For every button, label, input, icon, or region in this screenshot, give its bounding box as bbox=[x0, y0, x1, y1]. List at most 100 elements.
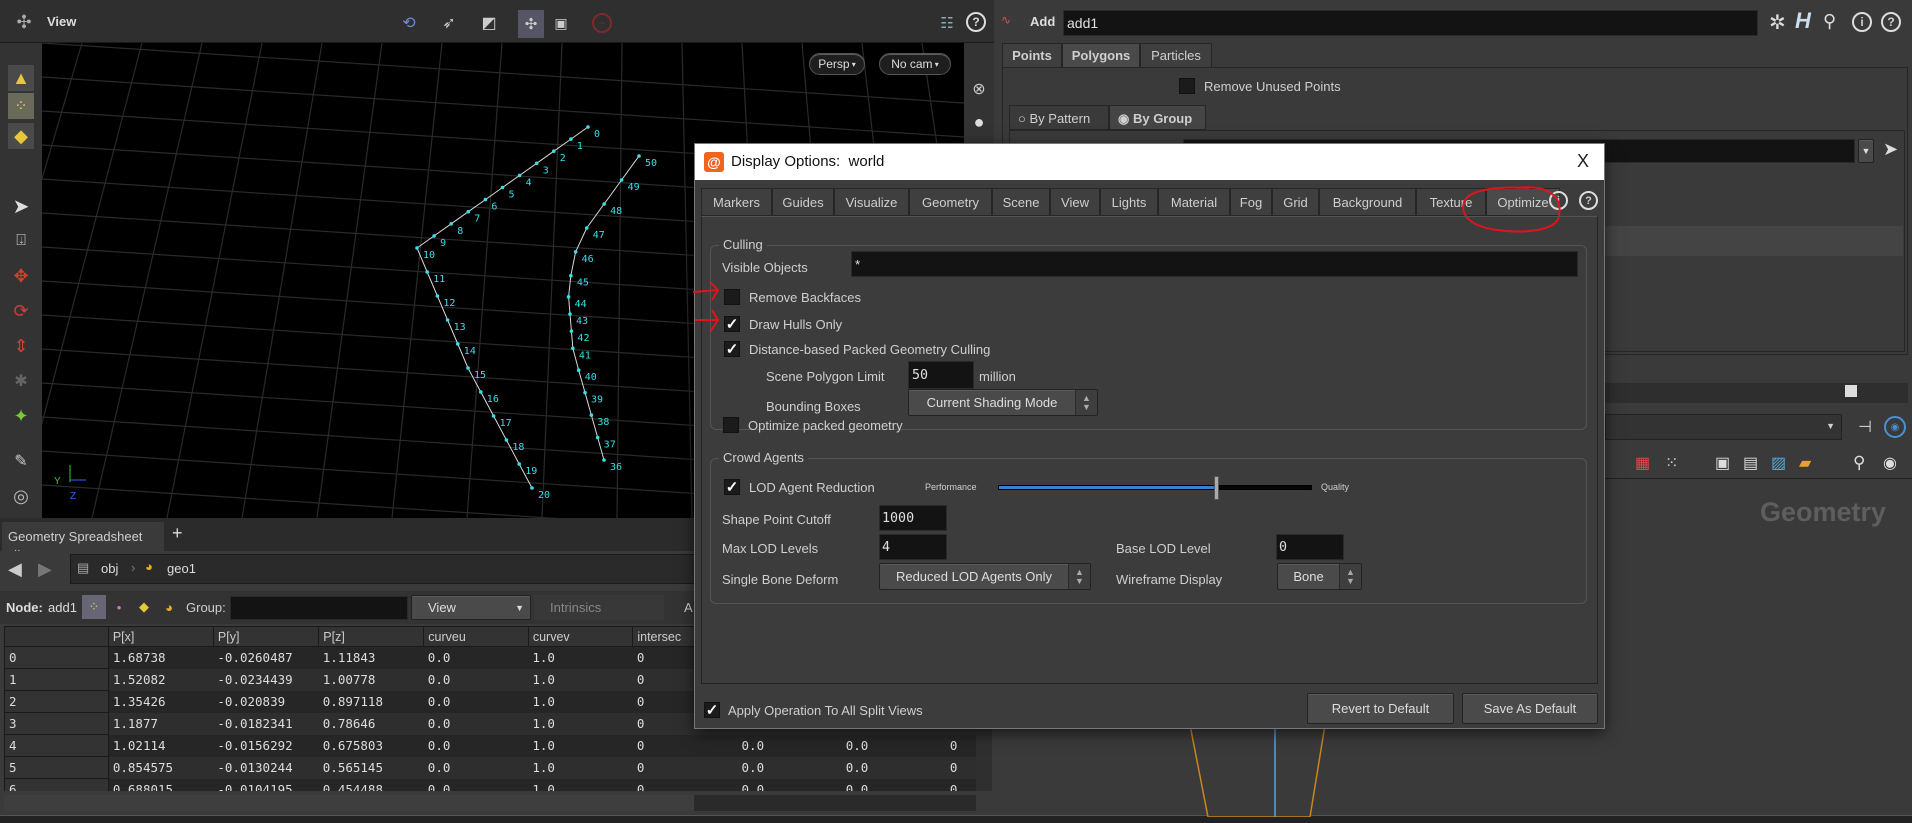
move-tool-icon[interactable]: ✥ bbox=[8, 263, 34, 289]
bounding-boxes-dropdown[interactable]: Current Shading Mode ▲ ▼ bbox=[908, 389, 1098, 416]
forward-arrow-icon[interactable]: ▶ bbox=[38, 559, 52, 580]
image-icon[interactable]: ▨ bbox=[1771, 453, 1786, 473]
rotate-tool-icon[interactable]: ⟳ bbox=[8, 298, 34, 324]
tab-geometry-spreadsheet[interactable]: Geometry Spreadsheet × bbox=[2, 522, 164, 559]
tumble-tool-icon[interactable]: ⟲ bbox=[398, 12, 420, 34]
view-pane-icon[interactable]: ✣ bbox=[12, 10, 36, 34]
search-icon[interactable]: ⚲ bbox=[1823, 11, 1836, 32]
base-lod-input[interactable] bbox=[1276, 534, 1344, 560]
tab-polygons[interactable]: Polygons bbox=[1062, 43, 1140, 68]
column-header[interactable] bbox=[4, 626, 109, 647]
add-tab-icon[interactable]: + bbox=[172, 523, 183, 544]
distance-culling-checkbox[interactable]: ✓ bbox=[724, 341, 740, 357]
network-path-dropdown[interactable]: ▼ bbox=[1605, 414, 1842, 440]
tab-lights[interactable]: Lights bbox=[1100, 188, 1158, 216]
back-arrow-icon[interactable]: ◀ bbox=[8, 559, 22, 580]
subtab-by-pattern[interactable]: ○ By Pattern bbox=[1009, 105, 1109, 130]
primitives-class-icon[interactable]: ◆ bbox=[132, 595, 156, 619]
revert-to-default-button[interactable]: Revert to Default bbox=[1307, 693, 1454, 724]
points-mode-icon[interactable]: ⁘ bbox=[8, 93, 34, 119]
display-sphere-icon[interactable]: ● bbox=[968, 111, 990, 133]
subnet-box-icon[interactable]: ▰ bbox=[1799, 453, 1811, 473]
display-options-icon[interactable]: ☷ bbox=[936, 12, 958, 34]
help-icon[interactable]: ? bbox=[1881, 12, 1901, 32]
max-lod-input[interactable] bbox=[879, 534, 947, 560]
detail-class-icon[interactable]: ◕ bbox=[157, 595, 181, 619]
table-row[interactable]: 6 0.688015 -0.0104195 0.454488 0.0 1.0 0 0.0 0.0… bbox=[4, 778, 976, 791]
tab-points[interactable]: Points bbox=[1002, 43, 1062, 68]
houdini-h-icon[interactable]: H bbox=[1795, 8, 1811, 34]
select-arrow-icon[interactable]: ➤ bbox=[8, 193, 34, 219]
slider-handle[interactable] bbox=[1214, 476, 1220, 500]
column-header[interactable]: P[y] bbox=[212, 626, 320, 647]
shape-cutoff-input[interactable] bbox=[879, 505, 947, 531]
column-header[interactable]: P[z] bbox=[318, 626, 425, 647]
grid-layout-icon[interactable]: ⁙ bbox=[1665, 453, 1678, 473]
timeline[interactable] bbox=[0, 815, 1912, 823]
optimize-packed-checkbox[interactable] bbox=[723, 417, 739, 433]
tab-material[interactable]: Material bbox=[1158, 188, 1230, 216]
tab-markers[interactable]: Markers bbox=[701, 188, 772, 216]
view-display-icon[interactable]: ▣ bbox=[550, 12, 572, 34]
camera-reel-icon[interactable]: ◎ bbox=[8, 483, 34, 509]
link-target-icon[interactable]: ◉ bbox=[1884, 416, 1906, 438]
vertices-class-icon[interactable]: • bbox=[107, 595, 131, 619]
lod-reduction-checkbox[interactable]: ✓ bbox=[724, 479, 740, 495]
save-as-default-button[interactable]: Save As Default bbox=[1462, 693, 1598, 724]
info-icon[interactable]: i bbox=[1852, 12, 1872, 32]
pose-tool-icon[interactable]: ✱ bbox=[8, 368, 34, 394]
stop-icon[interactable]: − bbox=[592, 13, 612, 33]
network-box-icon[interactable]: ▣ bbox=[1715, 453, 1730, 473]
remove-unused-points-checkbox[interactable] bbox=[1179, 78, 1195, 94]
camera-tool-icon[interactable]: ◩ bbox=[478, 12, 500, 34]
lights-icon[interactable]: ⊗ bbox=[968, 78, 990, 100]
scale-tool-icon[interactable]: ⇕ bbox=[8, 333, 34, 359]
intrinsics-dropdown[interactable]: Intrinsics bbox=[534, 595, 664, 620]
object-mode-icon[interactable]: ▲ bbox=[8, 65, 34, 91]
tab-grid[interactable]: Grid bbox=[1272, 188, 1319, 216]
column-header[interactable]: P[x] bbox=[107, 626, 214, 647]
breadcrumb-obj[interactable]: obj bbox=[101, 561, 118, 576]
search-icon[interactable]: ⚲ bbox=[1853, 453, 1865, 473]
color-palette-icon[interactable]: ▦ bbox=[1635, 453, 1650, 473]
ghost-toggle-icon[interactable]: ✣ bbox=[518, 10, 544, 38]
transform-tool-icon[interactable]: ✦ bbox=[8, 403, 34, 429]
tab-guides[interactable]: Guides bbox=[772, 188, 834, 216]
tab-particles[interactable]: Particles bbox=[1140, 43, 1212, 68]
horizontal-scrollbar[interactable] bbox=[4, 795, 976, 811]
group-dropdown-arrow[interactable]: ▼ bbox=[1858, 139, 1874, 163]
visible-objects-input[interactable] bbox=[851, 251, 1578, 277]
gear-icon[interactable]: ✲ bbox=[1769, 10, 1786, 35]
sticky-note-icon[interactable]: ▤ bbox=[1743, 453, 1758, 473]
column-header[interactable]: curvev bbox=[527, 626, 634, 647]
tab-geometry[interactable]: Geometry bbox=[909, 188, 992, 216]
camera-menu[interactable]: No cam ▾ bbox=[879, 53, 951, 75]
node-name-input[interactable] bbox=[1063, 10, 1758, 36]
points-class-icon[interactable]: ⁘ bbox=[82, 595, 106, 619]
tab-visualize[interactable]: Visualize bbox=[834, 188, 909, 216]
network-node-shape[interactable] bbox=[1180, 725, 1340, 817]
column-header[interactable]: curveu bbox=[423, 626, 529, 647]
view-dropdown[interactable]: View ▼ bbox=[411, 595, 531, 620]
help-icon[interactable]: ? bbox=[1579, 191, 1598, 210]
paint-tool-icon[interactable]: ✎ bbox=[8, 448, 34, 474]
pane-toggle-icon[interactable] bbox=[1845, 385, 1857, 397]
select-arrow-icon[interactable]: ➤ bbox=[1883, 139, 1898, 160]
dialog-titlebar[interactable]: @ Display Options: world X bbox=[695, 144, 1604, 180]
pin-icon[interactable]: ⊣ bbox=[1858, 417, 1872, 437]
eye-icon[interactable]: ◉ bbox=[1883, 453, 1897, 473]
tab-fog[interactable]: Fog bbox=[1230, 188, 1272, 216]
primitives-mode-icon[interactable]: ◆ bbox=[8, 123, 34, 149]
wireframe-dropdown[interactable]: Bone ▲ ▼ bbox=[1277, 563, 1362, 590]
help-icon[interactable]: ? bbox=[966, 12, 986, 32]
polygon-limit-input[interactable] bbox=[908, 361, 974, 389]
single-bone-dropdown[interactable]: Reduced LOD Agents Only ▲ ▼ bbox=[879, 563, 1091, 590]
subtab-by-group[interactable]: ◉ By Group bbox=[1109, 105, 1206, 130]
close-icon[interactable]: X bbox=[1577, 151, 1589, 172]
tab-view[interactable]: View bbox=[1050, 188, 1100, 216]
breadcrumb-geo1[interactable]: geo1 bbox=[167, 561, 196, 576]
handle-tool-icon[interactable]: ⍗ bbox=[8, 228, 34, 254]
lod-slider[interactable] bbox=[998, 476, 1312, 500]
select-tool-icon[interactable]: ➶ bbox=[438, 12, 460, 34]
scrollbar-thumb[interactable] bbox=[4, 795, 694, 811]
